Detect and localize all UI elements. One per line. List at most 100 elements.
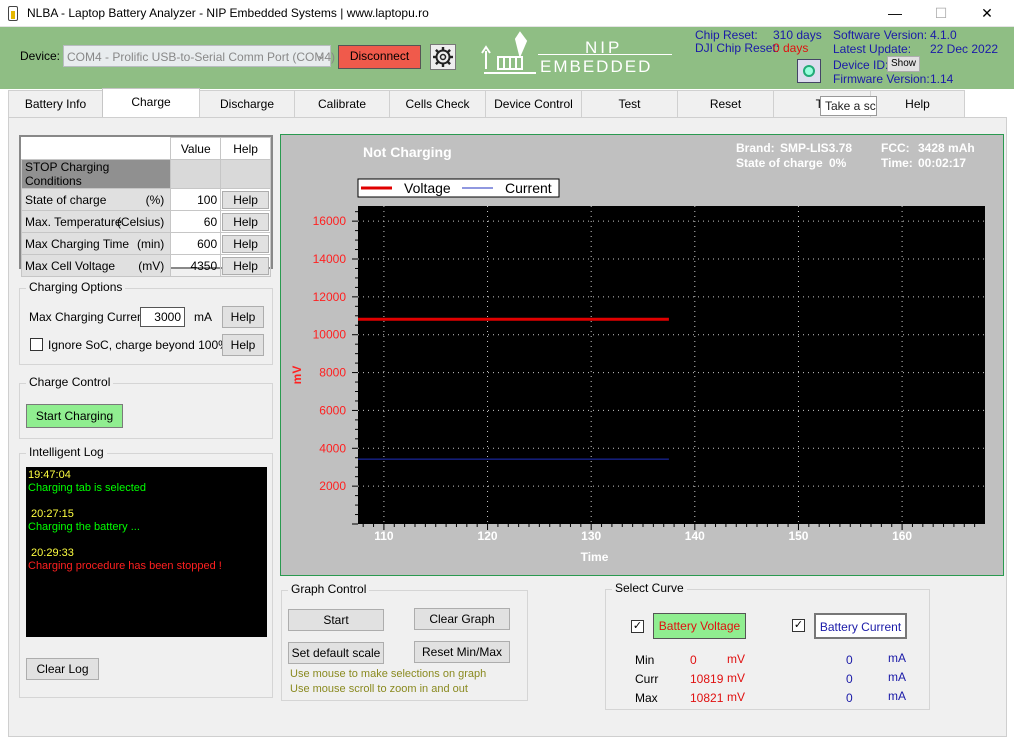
stop-conditions-table: Value Help STOP Charging Conditions Stat…: [19, 135, 273, 277]
y-tick-label: 10000: [313, 328, 347, 342]
tab-battery-info[interactable]: Battery Info: [8, 90, 103, 117]
device-label: Device:: [20, 49, 61, 63]
chart-svg[interactable]: 110 120 130 140 150 160 2000 4000 6000 8000 10000 1…: [281, 135, 1003, 575]
y-tick-label: 14000: [313, 252, 347, 266]
help-button[interactable]: Help: [222, 212, 269, 231]
current-curr: 0: [846, 672, 853, 686]
help-button[interactable]: Help: [222, 306, 264, 328]
help-button[interactable]: Help: [222, 334, 264, 356]
select-curve-group: Select Curve ✓ Battery Voltage ✓ Battery…: [605, 581, 930, 710]
max-charging-current-unit: mA: [194, 310, 212, 324]
disconnect-button[interactable]: Disconnect: [338, 45, 421, 69]
close-button[interactable]: ✕: [964, 0, 1010, 27]
battery-current-button[interactable]: Battery Current: [814, 613, 907, 639]
log-message: Charging tab is selected: [28, 482, 147, 494]
voltage-unit: mV: [727, 652, 745, 666]
help-button[interactable]: Help: [222, 256, 269, 275]
app-icon: [8, 6, 18, 21]
chevron-down-icon: ⌄: [316, 48, 327, 62]
table-row: State of charge (%) 100 Help: [20, 188, 271, 211]
tab-cells-check[interactable]: Cells Check: [389, 90, 486, 117]
header-panel: Device: COM4 - Prolific USB-to-Serial Co…: [0, 27, 1014, 89]
set-default-scale-button[interactable]: Set default scale: [288, 642, 384, 664]
y-tick-label: 4000: [319, 441, 346, 455]
reset-min-max-button[interactable]: Reset Min/Max: [414, 641, 510, 663]
max-temperature-value[interactable]: 60: [170, 210, 222, 233]
tab-charge[interactable]: Charge: [102, 88, 200, 118]
dji-reset-label: DJI Chip Reset:: [695, 41, 780, 55]
y-tick-label: 16000: [313, 214, 347, 228]
y-tick-label: 12000: [313, 290, 347, 304]
x-axis-label: Time: [581, 550, 609, 564]
voltage-max: 10821: [690, 691, 724, 705]
log-time: 19:47:04: [28, 469, 71, 481]
current-max: 0: [846, 691, 853, 705]
help-button[interactable]: Help: [222, 190, 269, 209]
legend-label: Current: [505, 180, 552, 196]
maximize-button[interactable]: ☐: [918, 0, 964, 27]
settings-button[interactable]: [430, 44, 456, 70]
graph-panel[interactable]: Not Charging Brand: SMP-LIS3.78 State of…: [280, 134, 1004, 576]
plot-area: [358, 206, 985, 524]
row-name: Max. Temperature: [25, 214, 122, 229]
clear-log-button[interactable]: Clear Log: [26, 658, 99, 680]
firmware-version-label: Firmware Version:: [833, 72, 930, 86]
table-row: Max. Temperature (Celsius) 60 Help: [20, 210, 271, 233]
state-of-charge-value[interactable]: 100: [170, 188, 222, 211]
nip-logo-icon: [481, 31, 536, 74]
row-unit: (mV): [138, 258, 165, 273]
show-device-id-button[interactable]: Show: [887, 56, 920, 72]
log-output[interactable]: 19:47:04 Charging tab is selected 20:27:…: [26, 467, 267, 637]
select-curve-title: Select Curve: [612, 581, 687, 595]
tab-discharge[interactable]: Discharge: [199, 90, 295, 117]
start-charging-button[interactable]: Start Charging: [26, 404, 123, 428]
ignore-soc-label: Ignore SoC, charge beyond 100%: [48, 338, 229, 352]
log-time: 20:29:33: [28, 547, 74, 559]
minimize-button[interactable]: —: [872, 0, 918, 27]
voltage-curr: 10819: [690, 672, 724, 686]
help-button[interactable]: Help: [222, 234, 269, 253]
tab-reset[interactable]: Reset: [677, 90, 774, 117]
charge-control-title: Charge Control: [26, 375, 114, 389]
logo-text-nip: NIP: [585, 38, 623, 57]
dji-reset-value: 0 days: [773, 41, 809, 55]
capture-button[interactable]: [797, 59, 821, 83]
device-select[interactable]: COM4 - Prolific USB-to-Serial Comm Port …: [63, 45, 335, 67]
graph-start-button[interactable]: Start: [288, 609, 384, 631]
logo-divider: [538, 54, 672, 55]
current-curve-checkbox[interactable]: ✓: [792, 619, 805, 632]
current-unit: mA: [888, 670, 906, 684]
chart-legend: Voltage Current: [357, 178, 560, 198]
max-charging-current-input[interactable]: 3000: [140, 307, 185, 327]
tab-help[interactable]: Help: [870, 90, 965, 117]
ignore-soc-checkbox[interactable]: [30, 338, 43, 351]
window-title: NLBA - Laptop Battery Analyzer - NIP Emb…: [27, 6, 429, 20]
min-label: Min: [635, 653, 655, 667]
battery-voltage-button[interactable]: Battery Voltage: [653, 613, 746, 639]
voltage-unit: mV: [727, 671, 745, 685]
log-time: 20:27:15: [28, 508, 74, 520]
log-message: Charging procedure has been stopped !: [28, 560, 222, 572]
software-version-value: 4.1.0: [930, 28, 957, 42]
voltage-curve-checkbox[interactable]: ✓: [631, 620, 644, 633]
tab-calibrate[interactable]: Calibrate: [294, 90, 390, 117]
logo-text-embedded: EMBEDDED: [540, 57, 653, 76]
firmware-version-value: 1.14: [930, 72, 954, 86]
x-tick-label: 140: [685, 529, 705, 543]
legend-label: Voltage: [404, 180, 451, 196]
log-message: Charging the battery ...: [28, 521, 140, 533]
current-unit: mA: [888, 651, 906, 665]
y-tick-label: 2000: [319, 479, 346, 493]
clear-graph-button[interactable]: Clear Graph: [414, 608, 510, 630]
stop-conditions-title: STOP Charging Conditions: [20, 159, 172, 189]
tab-device-control[interactable]: Device Control: [485, 90, 582, 117]
x-tick-label: 120: [478, 529, 498, 543]
current-unit: mA: [888, 689, 906, 703]
gear-icon: [433, 47, 453, 67]
max-charging-time-value[interactable]: 600: [170, 232, 222, 255]
max-cell-voltage-value[interactable]: 4350: [170, 254, 222, 277]
tab-test[interactable]: Test: [581, 90, 678, 117]
software-version-label: Software Version:: [833, 28, 928, 42]
max-label: Max: [635, 691, 658, 705]
device-id-label: Device ID:: [833, 58, 889, 72]
